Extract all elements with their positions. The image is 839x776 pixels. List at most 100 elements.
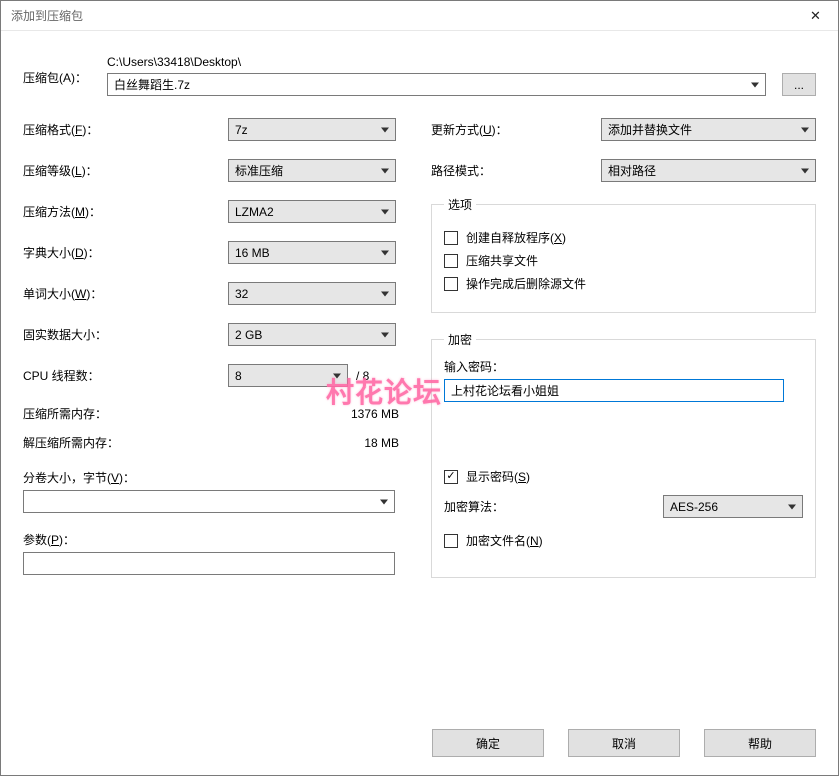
pwd-label: 输入密码： [444, 358, 803, 375]
chevron-down-icon [381, 209, 389, 214]
mem-comp-value: 1376 MB [233, 407, 401, 421]
delete-checkbox[interactable] [444, 277, 458, 291]
password-input[interactable] [444, 379, 784, 402]
shared-row: 压缩共享文件 [444, 252, 803, 269]
archive-row: 压缩包(A)： C:\Users\33418\Desktop\ 白丝舞蹈生.7z… [23, 55, 816, 96]
right-column: 更新方式(U)： 添加并替换文件 路径模式： 相对路径 选项 [431, 118, 816, 596]
level-value: 标准压缩 [235, 162, 283, 179]
button-row: 确定 取消 帮助 [432, 729, 816, 757]
mem-decomp-row: 解压缩所需内存： 18 MB [23, 434, 401, 451]
format-select[interactable]: 7z [228, 118, 396, 141]
word-label: 单词大小(W)： [23, 285, 228, 302]
format-label: 压缩格式(F)： [23, 121, 228, 138]
options-legend: 选项 [444, 196, 476, 213]
shared-label: 压缩共享文件 [466, 252, 538, 269]
pathmode-row: 路径模式： 相对路径 [431, 159, 816, 182]
archive-column: C:\Users\33418\Desktop\ 白丝舞蹈生.7z ... [107, 55, 816, 96]
split-label: 分卷大小，字节(V)： [23, 469, 401, 486]
sfx-checkbox[interactable] [444, 231, 458, 245]
dialog-window: 添加到压缩包 ✕ 压缩包(A)： C:\Users\33418\Desktop\… [0, 0, 839, 776]
showpwd-label: 显示密码(S) [466, 468, 530, 485]
chevron-down-icon [333, 373, 341, 378]
params-label: 参数(P)： [23, 531, 401, 548]
cancel-button[interactable]: 取消 [568, 729, 680, 757]
params-input[interactable] [23, 552, 395, 575]
pathmode-label: 路径模式： [431, 162, 601, 179]
split-section: 分卷大小，字节(V)： [23, 469, 401, 513]
encmethod-row: 加密算法： AES-256 [444, 495, 803, 518]
encnames-label: 加密文件名(N) [466, 532, 543, 549]
format-value: 7z [235, 123, 248, 137]
dict-value: 16 MB [235, 246, 270, 260]
browse-button[interactable]: ... [782, 73, 816, 96]
columns: 压缩格式(F)： 7z 压缩等级(L)： 标准压缩 压缩方法(M)： [23, 118, 816, 596]
mem-comp-row: 压缩所需内存： 1376 MB [23, 405, 401, 422]
pathmode-select[interactable]: 相对路径 [601, 159, 816, 182]
split-combo[interactable] [23, 490, 395, 513]
level-select[interactable]: 标准压缩 [228, 159, 396, 182]
ok-label: 确定 [476, 735, 500, 752]
dict-row: 字典大小(D)： 16 MB [23, 241, 401, 264]
dict-label: 字典大小(D)： [23, 244, 228, 261]
delete-label: 操作完成后删除源文件 [466, 275, 586, 292]
cancel-label: 取消 [612, 735, 636, 752]
word-select[interactable]: 32 [228, 282, 396, 305]
archive-select-row: 白丝舞蹈生.7z ... [107, 73, 816, 96]
archive-path: C:\Users\33418\Desktop\ [107, 55, 816, 69]
chevron-down-icon [381, 332, 389, 337]
chevron-down-icon [381, 168, 389, 173]
chevron-down-icon [788, 504, 796, 509]
cpu-row: CPU 线程数： 8 / 8 [23, 364, 401, 387]
encryption-fieldset: 加密 输入密码： ✓ 显示密码(S) 加密算法： AES-256 [431, 331, 816, 578]
mem-decomp-label: 解压缩所需内存： [23, 434, 233, 451]
word-row: 单词大小(W)： 32 [23, 282, 401, 305]
method-value: LZMA2 [235, 205, 274, 219]
solid-select[interactable]: 2 GB [228, 323, 396, 346]
encmethod-value: AES-256 [670, 500, 718, 514]
pathmode-value: 相对路径 [608, 162, 656, 179]
dialog-body: 压缩包(A)： C:\Users\33418\Desktop\ 白丝舞蹈生.7z… [1, 31, 838, 596]
solid-row: 固实数据大小： 2 GB [23, 323, 401, 346]
archive-filename-select[interactable]: 白丝舞蹈生.7z [107, 73, 766, 96]
solid-value: 2 GB [235, 328, 262, 342]
archive-label-text: 压缩包(A)： [23, 71, 87, 85]
chevron-down-icon [381, 127, 389, 132]
ok-button[interactable]: 确定 [432, 729, 544, 757]
level-label: 压缩等级(L)： [23, 162, 228, 179]
chevron-down-icon [380, 499, 388, 504]
archive-label: 压缩包(A)： [23, 55, 95, 86]
update-label: 更新方式(U)： [431, 121, 601, 138]
dict-select[interactable]: 16 MB [228, 241, 396, 264]
params-section: 参数(P)： [23, 531, 401, 575]
chevron-down-icon [381, 291, 389, 296]
title-buttons: ✕ [793, 1, 838, 31]
options-fieldset: 选项 创建自释放程序(X) 压缩共享文件 操作完成后删除源文件 [431, 196, 816, 313]
browse-label: ... [794, 78, 804, 92]
cpu-label: CPU 线程数： [23, 367, 228, 384]
archive-filename-value: 白丝舞蹈生.7z [114, 76, 190, 93]
shared-checkbox[interactable] [444, 254, 458, 268]
encnames-row: 加密文件名(N) [444, 532, 803, 549]
encmethod-select[interactable]: AES-256 [663, 495, 803, 518]
method-select[interactable]: LZMA2 [228, 200, 396, 223]
chevron-down-icon [801, 127, 809, 132]
left-column: 压缩格式(F)： 7z 压缩等级(L)： 标准压缩 压缩方法(M)： [23, 118, 401, 596]
update-select[interactable]: 添加并替换文件 [601, 118, 816, 141]
close-icon[interactable]: ✕ [793, 1, 838, 31]
cpu-max: / 8 [356, 369, 369, 383]
showpwd-checkbox[interactable]: ✓ [444, 470, 458, 484]
encryption-legend: 加密 [444, 331, 476, 348]
cpu-value: 8 [235, 369, 242, 383]
method-row: 压缩方法(M)： LZMA2 [23, 200, 401, 223]
cpu-select[interactable]: 8 [228, 364, 348, 387]
help-label: 帮助 [748, 735, 772, 752]
sfx-label: 创建自释放程序(X) [466, 229, 566, 246]
showpwd-row: ✓ 显示密码(S) [444, 468, 803, 485]
update-value: 添加并替换文件 [608, 121, 692, 138]
help-button[interactable]: 帮助 [704, 729, 816, 757]
chevron-down-icon [801, 168, 809, 173]
encnames-checkbox[interactable] [444, 534, 458, 548]
method-label: 压缩方法(M)： [23, 203, 228, 220]
chevron-down-icon [381, 250, 389, 255]
window-title: 添加到压缩包 [11, 7, 83, 24]
